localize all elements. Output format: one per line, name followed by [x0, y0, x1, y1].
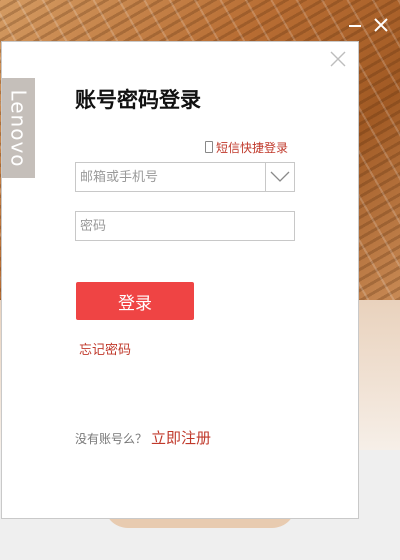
phone-icon — [205, 141, 213, 153]
close-icon — [330, 51, 346, 67]
panel-close-button[interactable] — [328, 50, 348, 70]
account-input[interactable] — [76, 163, 274, 191]
login-panel: Lenovo 账号密码登录 短信快捷登录 登录 忘记密码 没有账号么？ 立即注册 — [1, 41, 359, 519]
register-row: 没有账号么？ 立即注册 — [75, 427, 211, 448]
brand-logo: Lenovo — [2, 78, 35, 178]
register-prompt: 没有账号么？ — [75, 432, 148, 446]
login-button[interactable]: 登录 — [76, 282, 194, 320]
register-link[interactable]: 立即注册 — [151, 427, 211, 448]
chevron-down-icon — [270, 171, 290, 182]
window-close-button[interactable] — [370, 14, 392, 36]
account-dropdown-button[interactable] — [265, 163, 294, 191]
forgot-password-link[interactable]: 忘记密码 — [79, 339, 131, 358]
sms-login-link[interactable]: 短信快捷登录 — [205, 139, 288, 155]
window-minimize-button[interactable] — [344, 14, 366, 36]
password-field — [75, 211, 295, 241]
page-title: 账号密码登录 — [75, 88, 201, 112]
sms-login-label: 短信快捷登录 — [216, 140, 289, 155]
close-icon — [374, 18, 388, 32]
brand-logo-text: Lenovo — [6, 89, 31, 168]
password-input[interactable] — [76, 212, 294, 240]
account-field — [75, 162, 295, 192]
